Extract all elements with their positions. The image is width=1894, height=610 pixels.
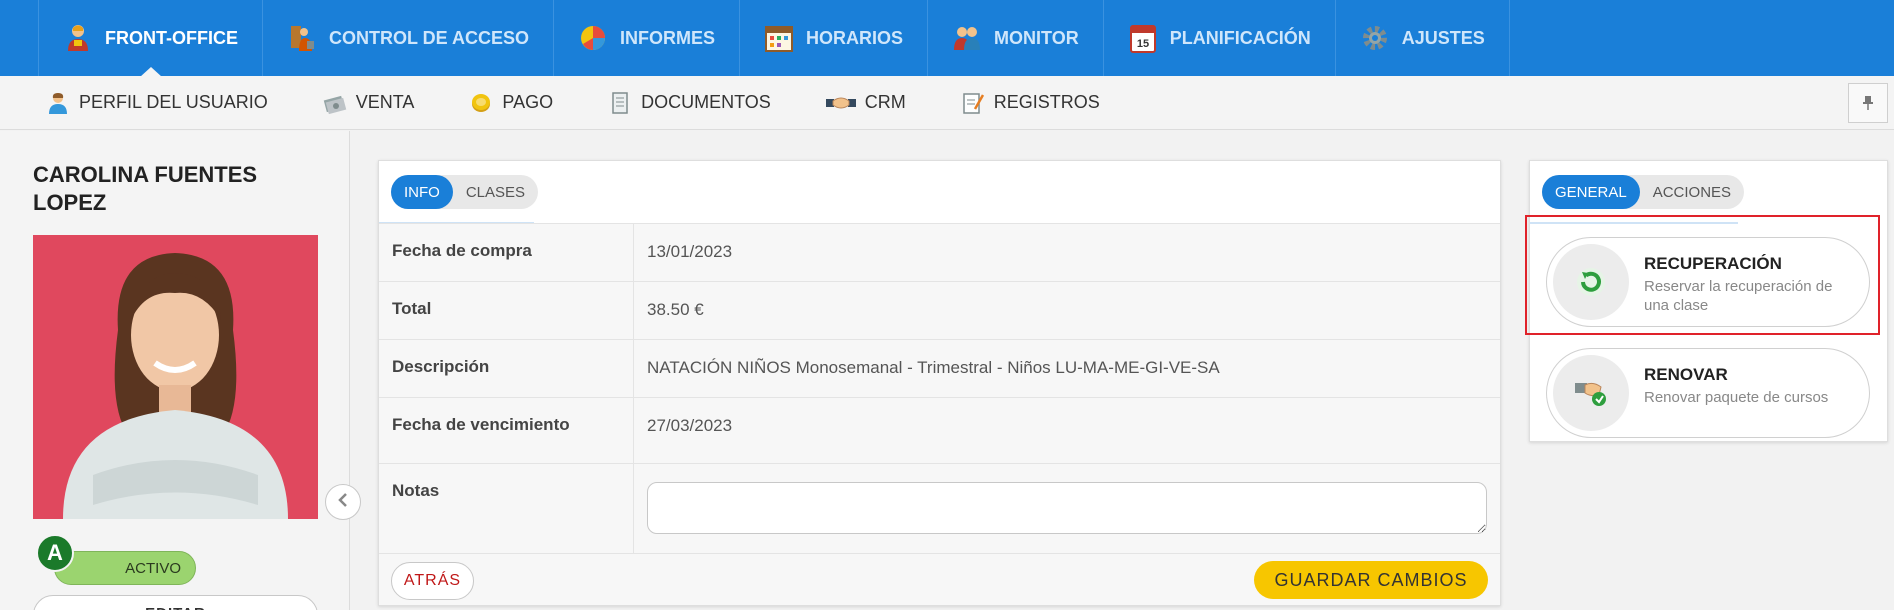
table-row: Descripción NATACIÓN NIÑOS Monosemanal -… <box>379 339 1500 397</box>
tab-info[interactable]: INFO <box>391 175 453 209</box>
cash-icon <box>323 91 347 115</box>
back-button[interactable]: ATRÁS <box>391 562 474 600</box>
recovery-arrow-icon <box>1553 244 1629 320</box>
table-row: Fecha de vencimiento 27/03/2023 <box>379 397 1500 463</box>
account-badge: A <box>36 534 74 572</box>
nav-horarios[interactable]: HORARIOS <box>740 0 929 76</box>
collapse-sidebar-button[interactable] <box>325 484 361 520</box>
subnav-perfil-del-usuario[interactable]: PERFIL DEL USUARIO <box>46 91 268 115</box>
nav-control-de-acceso[interactable]: CONTROL DE ACCESO <box>263 0 555 76</box>
nav-label: FRONT-OFFICE <box>105 27 238 48</box>
user-name: CAROLINA FUENTES LOPEZ <box>33 162 258 215</box>
subnav-documentos[interactable]: DOCUMENTOS <box>608 91 771 115</box>
action-title: RENOVAR <box>1644 365 1728 384</box>
panel-footer: ATRÁS GUARDAR CAMBIOS <box>379 553 1500 605</box>
handshake-icon <box>825 91 856 115</box>
subnav-label: PAGO <box>502 92 554 112</box>
action-title: RECUPERACIÓN <box>1644 254 1782 273</box>
access-control-icon <box>287 23 317 53</box>
subnav-pago[interactable]: PAGO <box>469 91 553 115</box>
nav-label: HORARIOS <box>806 27 904 48</box>
row-value: 27/03/2023 <box>647 416 733 435</box>
renew-hand-icon <box>1553 355 1629 431</box>
main-navigation: FRONT-OFFICE CONTROL DE ACCESO INFORMES … <box>0 0 1894 77</box>
subnav-label: DOCUMENTOS <box>641 92 771 112</box>
subnav-label: CRM <box>864 92 906 112</box>
nav-label: INFORMES <box>620 27 716 48</box>
table-row: Notas <box>379 463 1500 553</box>
pie-chart-icon <box>578 23 608 53</box>
row-value: 13/01/2023 <box>647 242 733 261</box>
gear-icon <box>1360 23 1390 53</box>
row-label: Fecha de compra <box>379 224 634 281</box>
coin-icon <box>469 91 493 115</box>
row-label: Total <box>379 282 634 339</box>
subnav-label: REGISTROS <box>993 92 1100 112</box>
notes-icon <box>961 91 985 115</box>
row-value: NATACIÓN NIÑOS Monosemanal - Trimestral … <box>647 358 1220 377</box>
action-description: Renovar paquete de cursos <box>1644 389 1829 406</box>
notes-label: Notas <box>379 464 634 553</box>
calendar-day-icon: 15 <box>1128 23 1158 53</box>
notes-textarea[interactable] <box>647 482 1487 534</box>
nav-ajustes[interactable]: AJUSTES <box>1336 0 1510 76</box>
nav-front-office[interactable]: FRONT-OFFICE <box>38 0 263 77</box>
sub-navigation: PERFIL DEL USUARIO VENTA PAGO DOCUMENTOS… <box>0 76 1894 130</box>
subnav-label: VENTA <box>355 92 415 112</box>
pin-icon <box>1863 96 1873 110</box>
subnav-label: PERFIL DEL USUARIO <box>79 92 268 112</box>
tab-clases[interactable]: CLASES <box>453 175 538 209</box>
recuperacion-action[interactable]: RECUPERACIÓN Reservar la recuperación de… <box>1546 237 1870 327</box>
tab-acciones[interactable]: ACCIONES <box>1640 175 1744 209</box>
actions-panel: GENERAL ACCIONES RECUPERACIÓN Reservar l… <box>1529 160 1888 442</box>
renovar-action[interactable]: RENOVAR Renovar paquete de cursos <box>1546 348 1870 438</box>
info-table: Fecha de compra 13/01/2023 Total 38.50 €… <box>379 223 1500 553</box>
row-label: Fecha de vencimiento <box>379 398 634 463</box>
calendar-day-number: 15 <box>1137 38 1149 50</box>
user-photo <box>33 235 318 519</box>
user-desk-icon <box>63 23 93 53</box>
subnav-venta[interactable]: VENTA <box>323 91 415 115</box>
tab-general[interactable]: GENERAL <box>1542 175 1640 209</box>
nav-label: AJUSTES <box>1401 27 1485 48</box>
row-label: Descripción <box>379 340 634 397</box>
nav-label: MONITOR <box>994 27 1079 48</box>
nav-label: CONTROL DE ACCESO <box>329 27 530 48</box>
users-group-icon <box>952 23 982 53</box>
edit-button[interactable]: EDITAR <box>33 595 318 610</box>
table-row: Total 38.50 € <box>379 281 1500 339</box>
row-value: 38.50 € <box>647 300 704 319</box>
save-changes-button[interactable]: GUARDAR CAMBIOS <box>1254 561 1488 599</box>
chevron-left-icon <box>337 491 349 514</box>
subnav-crm[interactable]: CRM <box>825 91 906 115</box>
status-badge: ACTIVO <box>54 551 196 585</box>
document-icon <box>608 91 632 115</box>
nav-informes[interactable]: INFORMES <box>554 0 741 76</box>
action-description: Reservar la recuperación de una clase <box>1644 278 1833 314</box>
subnav-registros[interactable]: REGISTROS <box>961 91 1100 115</box>
calendar-grid-icon <box>764 23 794 53</box>
pin-button[interactable] <box>1848 83 1888 123</box>
info-tabs: INFO CLASES <box>391 175 539 209</box>
row-value <box>634 464 1500 553</box>
table-row: Fecha de compra 13/01/2023 <box>379 223 1500 281</box>
nav-planificacion[interactable]: 15 PLANIFICACIÓN <box>1104 0 1336 76</box>
tabs-underline <box>1530 222 1738 224</box>
user-profile-icon <box>46 91 70 115</box>
purchase-info-panel: INFO CLASES Fecha de compra 13/01/2023 T… <box>378 160 1501 606</box>
nav-label: PLANIFICACIÓN <box>1169 27 1311 48</box>
actions-tabs: GENERAL ACCIONES <box>1542 175 1745 209</box>
user-sidebar: CAROLINA FUENTES LOPEZ A ACTIVO EDITAR <box>0 131 350 610</box>
nav-monitor[interactable]: MONITOR <box>928 0 1104 76</box>
